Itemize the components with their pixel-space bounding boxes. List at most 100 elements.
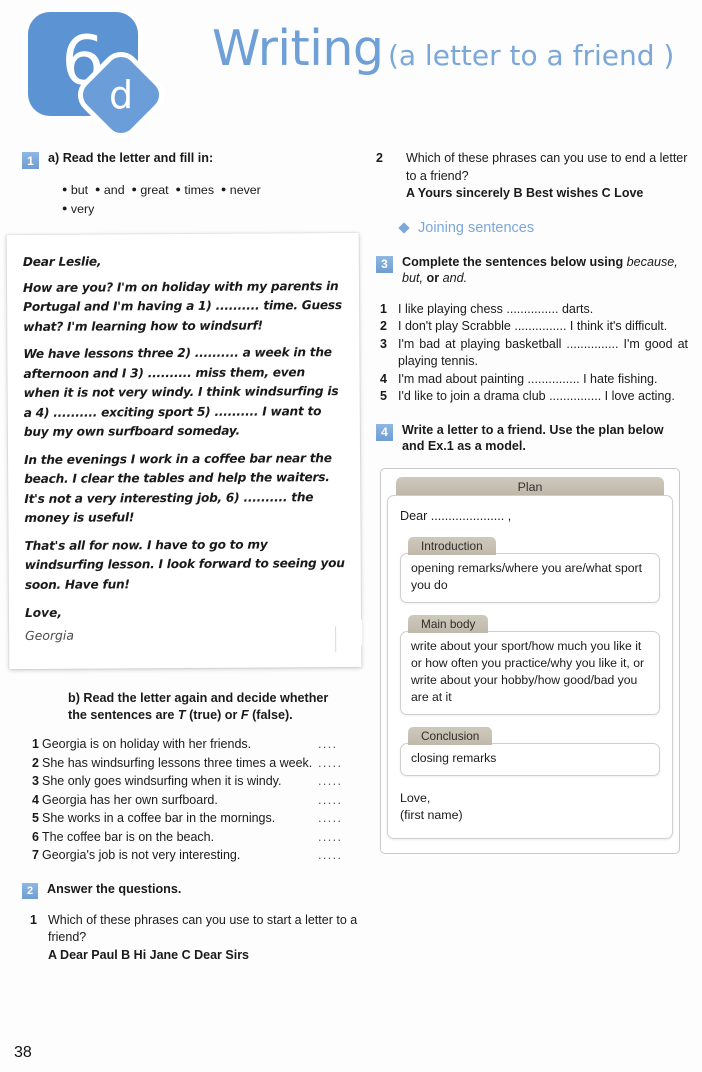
item-text[interactable]: I'm mad about painting ............... I… [398,371,688,389]
item-number: 6 [32,829,39,844]
item-text[interactable]: I like playing chess ............... dar… [398,301,688,319]
bullet-icon: ● [175,184,181,194]
item-number: 4 [32,792,39,807]
list-item: 4 Georgia has her own surfboard. ..... [22,792,358,810]
item-number: 3 [380,336,387,351]
joining-sentences-list: 1 I like playing chess ............... d… [376,301,688,406]
question-options[interactable]: A Yours sincerely B Best wishes C Love [406,186,643,200]
exercise-4-heading: 4 Write a letter to a friend. Use the pl… [376,422,688,455]
item-number: 3 [32,774,39,788]
item-number: 2 [376,151,383,165]
word-item: but [70,183,89,197]
plan-closing-line-1: Love, [400,790,431,805]
item-number: 2 [32,755,39,770]
plan-section-label: Conclusion [408,726,493,745]
item-number: 1 [32,737,39,751]
exercise-1b-instruction: b) Read the letter again and decide whet… [68,690,348,723]
exercise-1b-letter-t: T [177,707,186,722]
item-text[interactable]: I don't play Scrabble ............... I … [398,318,688,336]
diamond-bullet-icon [398,221,410,234]
plan-section-body: write about your sport/how much you like… [400,630,660,715]
item-number: 1 [380,301,387,316]
letter-signature-name: Georgia [25,627,74,643]
word-item: never [229,183,261,197]
item-text: Georgia has her own surfboard. [42,792,218,807]
page-title-sub: (a letter to a friend ) [387,39,675,72]
page-title-main: Writing [212,20,384,77]
answer-blank[interactable]: ..... [318,847,358,865]
plan-tab-title: Plan [396,476,664,497]
word-item: great [140,183,169,197]
textbook-page: 6 d Writing (a letter to a friend ) 1 a)… [0,0,702,1072]
item-number: 7 [32,848,39,862]
exercise-2-number: 2 [22,882,38,899]
list-item: 2 I don't play Scrabble ............... … [376,318,688,336]
item-text: She works in a coffee bar in the morning… [42,811,276,825]
exercise-4-instruction: Write a letter to a friend. Use the plan… [402,422,664,454]
item-number: 5 [32,811,39,825]
list-item: 3 I'm bad at playing basketball ........… [376,336,688,371]
answer-blank[interactable]: ..... [318,773,358,791]
plan-section-body: opening remarks/where you are/what sport… [400,552,660,603]
item-text[interactable]: I'd like to join a drama club ..........… [398,388,688,406]
question-options[interactable]: A Dear Paul B Hi Jane C Dear Sirs [48,948,249,962]
bullet-icon: ● [62,203,68,213]
right-column: 2 Which of these phrases can you use to … [376,150,688,854]
bullet-icon: ● [220,184,227,194]
answer-blank[interactable]: ..... [318,829,358,847]
bullet-icon: ● [131,184,137,194]
list-item: 2 She has windsurfing lessons three time… [22,755,358,773]
answer-blank[interactable]: ..... [318,792,358,810]
letter-paragraph: How are you? I'm on holiday with my pare… [22,278,342,334]
item-text: She has windsurfing lessons three times … [42,755,313,770]
exercise-3-heading: 3 Complete the sentences below using bec… [376,254,688,287]
letter-paragraph: That's all for now. I have to go to my w… [24,536,345,592]
letter-paragraph: We have lessons three 2) .......... a we… [23,345,339,439]
exercise-4-number: 4 [376,423,393,441]
word-item: very [70,202,95,216]
plan-section-main-body: Main body write about your sport/how muc… [400,614,660,715]
item-number: 1 [30,912,37,927]
sample-letter-card: Dear Leslie, How are you? I'm on holiday… [6,232,362,670]
item-number: 4 [380,371,387,386]
exercise-1b-text-2: (true) or [185,707,241,722]
exercise-3-text-2: or [423,271,443,285]
letter-greeting: Dear Leslie, [22,254,102,269]
list-item: 5 She works in a coffee bar in the morni… [22,810,358,828]
bullet-icon: ● [95,184,101,194]
exercise-2-question-2: 2 Which of these phrases can you use to … [376,150,688,203]
item-text: She only goes windsurfing when it is win… [42,774,282,788]
plan-dear-line[interactable]: Dear ..................... , [400,507,660,525]
question-text: Which of these phrases can you use to st… [48,912,358,945]
exercise-1-wordbank: ● but ● and ● great ● times ● never ● ve… [62,180,342,218]
answer-blank[interactable]: ..... [318,755,358,773]
exercise-1-number: 1 [22,152,39,169]
exercise-1b-letter-f: F [240,707,249,722]
question-text: Which of these phrases can you use to en… [406,151,688,183]
plan-closing: Love, (first name) [400,790,660,824]
list-item: 5 I'd like to join a drama club ........… [376,388,688,406]
word-item: times [184,183,215,197]
exercise-3-instruction: Complete the sentences below using becau… [402,254,688,287]
writing-plan-panel: Plan Dear ..................... , Introd… [380,467,680,854]
exercise-1b-text-3: (false). [248,707,293,722]
list-item: 1 Georgia is on holiday with her friends… [22,736,358,754]
exercise-1-instruction: a) Read the letter and fill in: [48,151,214,165]
exercise-2-question-1: 1 Which of these phrases can you use to … [22,912,358,965]
section-heading-label: Joining sentences [418,219,535,236]
answer-blank[interactable]: ..... [318,810,358,828]
word-item: and [103,183,125,197]
plan-section-conclusion: Conclusion closing remarks [400,726,660,776]
page-title: Writing (a letter to a friend ) [212,22,682,76]
item-number: 5 [380,389,387,403]
section-heading-joining-sentences: Joining sentences [398,219,688,236]
exercise-2-heading: 2 Answer the questions. [22,881,358,899]
exercise-3-number: 3 [376,255,393,273]
unit-letter: d [108,73,134,117]
item-text: The coffee bar is on the beach. [42,829,215,844]
page-number: 38 [14,1044,32,1061]
plan-section-body: closing remarks [400,742,660,776]
answer-blank[interactable]: .... [318,736,358,754]
page-header: 6 d Writing (a letter to a friend ) [0,0,702,150]
item-text[interactable]: I'm bad at playing basketball ..........… [398,336,688,371]
